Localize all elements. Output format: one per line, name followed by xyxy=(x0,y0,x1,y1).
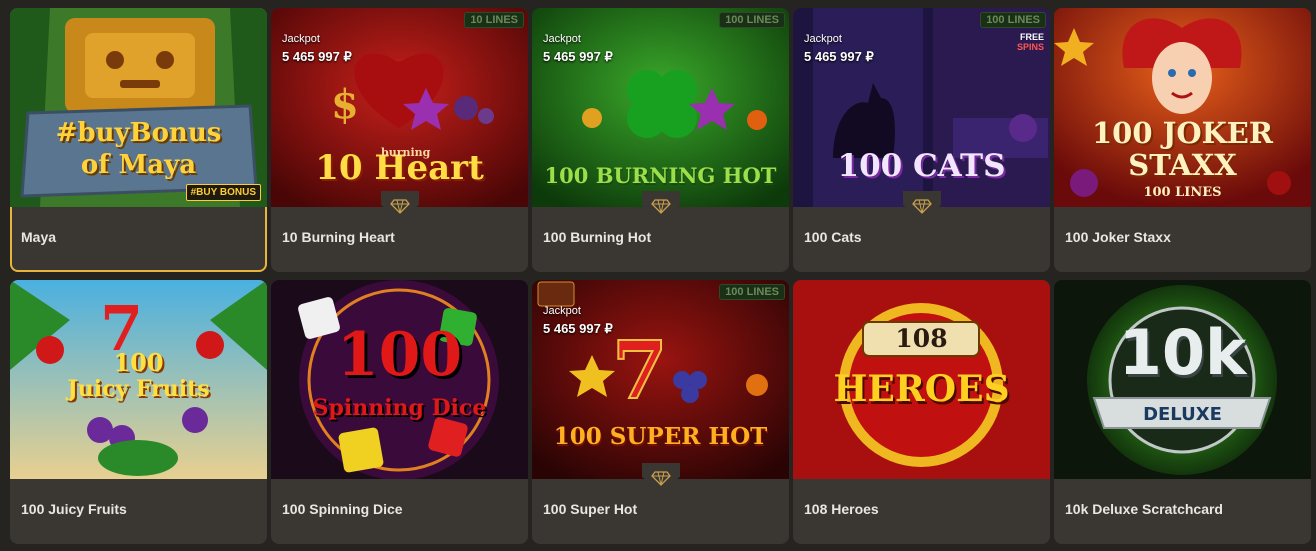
jackpot-label: Jackpot xyxy=(543,305,581,317)
jackpot-value: 5 465 997 ₽ xyxy=(543,49,613,64)
svg-text:$: $ xyxy=(331,81,359,128)
game-logo-text: 100 BURNING HOT xyxy=(544,163,777,188)
game-logo-text: 100 CATS xyxy=(837,148,1006,184)
game-thumbnail[interactable]: 108 HEROES xyxy=(793,280,1050,479)
game-logo-text: 100 xyxy=(336,320,463,390)
game-logo-text: 100 JOKER xyxy=(1091,116,1274,150)
lines-badge: 100 LINES xyxy=(719,284,785,300)
game-logo-text: of Maya xyxy=(80,150,197,180)
jackpot-label: Jackpot xyxy=(543,33,581,45)
game-card-10k-deluxe-scratchcard[interactable]: 10k DELUXE 10k Deluxe Scratchcard xyxy=(1054,280,1311,544)
game-title: 100 Cats xyxy=(804,229,862,245)
game-thumbnail[interactable]: Jackpot 5 465 997 ₽ 100 LINES 100 BURNIN… xyxy=(532,8,789,207)
game-title: 100 Burning Hot xyxy=(543,229,652,245)
games-grid: #buyBonus of Maya #BUY BONUS Maya $ Jack… xyxy=(0,0,1316,551)
game-thumbnail[interactable]: 100 Spinning Dice xyxy=(271,280,528,479)
game-logo-text: DELUXE xyxy=(1143,404,1222,425)
buy-bonus-badge: #BUY BONUS xyxy=(185,184,261,201)
game-thumbnail[interactable]: #buyBonus of Maya #BUY BONUS xyxy=(10,8,267,207)
game-thumbnail[interactable]: 7 100 Juicy Fruits xyxy=(10,280,267,479)
game-title: 10 Burning Heart xyxy=(282,229,395,245)
game-thumbnail[interactable]: $ Jackpot 5 465 997 ₽ 10 LINES 10 Heart … xyxy=(271,8,528,207)
game-logo-text: 100 xyxy=(113,348,164,377)
game-thumbnail[interactable]: 10k DELUXE xyxy=(1054,280,1311,479)
game-card-maya[interactable]: #buyBonus of Maya #BUY BONUS Maya xyxy=(10,8,267,272)
game-logo-subtext: 100 LINES xyxy=(1143,185,1222,200)
game-title: 100 Juicy Fruits xyxy=(21,501,127,517)
lines-badge: 10 LINES xyxy=(464,12,524,28)
game-card-108-heroes[interactable]: 108 HEROES 108 Heroes xyxy=(793,280,1050,544)
jackpot-value: 5 465 997 ₽ xyxy=(804,49,874,64)
game-title: 108 Heroes xyxy=(804,501,879,517)
diamond-icon xyxy=(381,191,419,219)
game-logo-text: 108 xyxy=(895,324,948,353)
game-logo-text: Spinning Dice xyxy=(312,395,487,421)
lines-badge: 100 LINES xyxy=(719,12,785,28)
jackpot-value: 5 465 997 ₽ xyxy=(543,321,613,336)
free-spins-label: SPINS xyxy=(1016,42,1044,52)
game-card-100-spinning-dice[interactable]: 100 Spinning Dice 100 Spinning Dice xyxy=(271,280,528,544)
game-card-100-juicy-fruits[interactable]: 7 100 Juicy Fruits 100 Juicy Fruits xyxy=(10,280,267,544)
game-card-100-cats[interactable]: Jackpot 5 465 997 ₽ 100 LINES FREE SPINS… xyxy=(793,8,1050,272)
game-logo-text: 100 SUPER HOT xyxy=(553,423,768,450)
game-title: Maya xyxy=(21,229,57,245)
game-title: 10k Deluxe Scratchcard xyxy=(1065,501,1223,517)
free-spins-label: FREE xyxy=(1019,32,1044,42)
game-logo-text: STAXX xyxy=(1128,148,1237,182)
game-logo-text: HEROES xyxy=(833,368,1010,410)
game-thumbnail[interactable]: 100 JOKER STAXX 100 LINES xyxy=(1054,8,1311,207)
game-title: 100 Joker Staxx xyxy=(1065,229,1171,245)
game-logo-subtext: burning xyxy=(381,146,431,159)
jackpot-value: 5 465 997 ₽ xyxy=(282,49,352,64)
game-title: 100 Super Hot xyxy=(543,501,638,517)
lines-badge: 100 LINES xyxy=(980,12,1046,28)
game-card-100-super-hot[interactable]: 7 Jackpot 5 465 997 ₽ 100 LINES 100 SUPE… xyxy=(532,280,789,544)
game-logo-text: 10k xyxy=(1118,316,1247,389)
game-card-100-burning-hot[interactable]: Jackpot 5 465 997 ₽ 100 LINES 100 BURNIN… xyxy=(532,8,789,272)
jackpot-label: Jackpot xyxy=(282,33,320,45)
game-card-100-joker-staxx[interactable]: 100 JOKER STAXX 100 LINES 100 Joker Stax… xyxy=(1054,8,1311,272)
free-spins-badge: FREE SPINS xyxy=(1017,32,1044,52)
game-card-10-burning-heart[interactable]: $ Jackpot 5 465 997 ₽ 10 LINES 10 Heart … xyxy=(271,8,528,272)
game-logo-text: Juicy Fruits xyxy=(67,376,210,402)
diamond-icon xyxy=(642,463,680,491)
game-title: 100 Spinning Dice xyxy=(282,501,403,517)
diamond-icon xyxy=(642,191,680,219)
game-thumbnail[interactable]: 7 Jackpot 5 465 997 ₽ 100 LINES 100 SUPE… xyxy=(532,280,789,479)
diamond-icon xyxy=(903,191,941,219)
game-logo-text: #buyBonus xyxy=(55,118,222,148)
game-thumbnail[interactable]: Jackpot 5 465 997 ₽ 100 LINES FREE SPINS… xyxy=(793,8,1050,207)
svg-text:7: 7 xyxy=(612,323,668,417)
jackpot-label: Jackpot xyxy=(804,33,842,45)
